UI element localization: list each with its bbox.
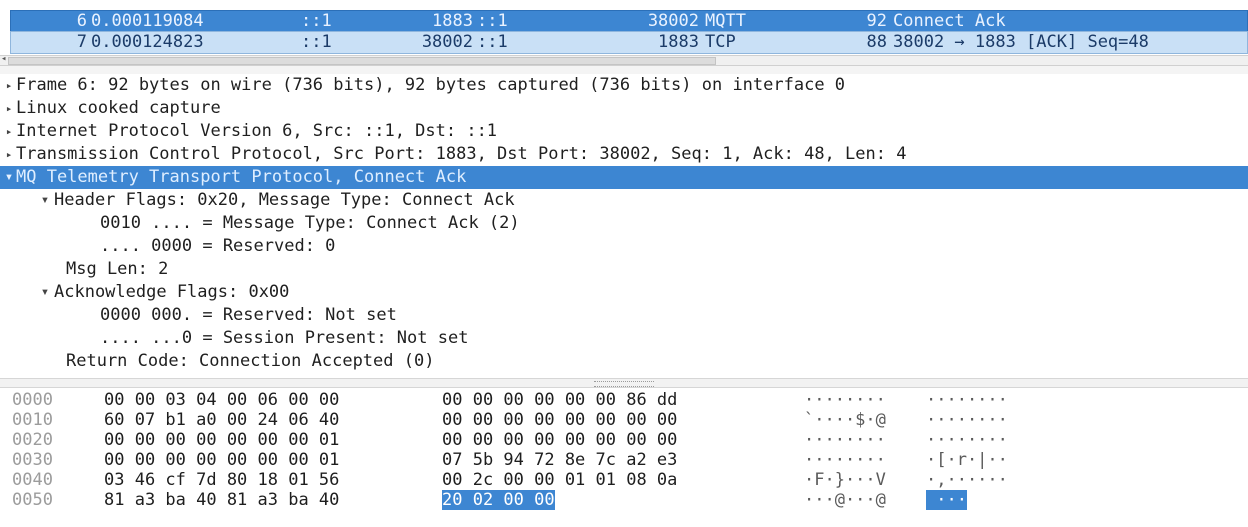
detail-tree-row[interactable]: ▸ Transmission Control Protocol, Src Port… — [0, 143, 1248, 166]
hex-bytes-group-a[interactable]: 00 00 03 04 00 06 00 00 — [104, 390, 339, 410]
hex-bytes-group-a[interactable]: 60 07 b1 a0 00 24 06 40 — [104, 410, 339, 430]
packet-list-row[interactable]: 6 0.000119084::1 1883::1 38002 MQTT 92 Connect… — [10, 10, 1248, 33]
hex-row[interactable]: 0020 00 00 00 00 00 00 00 01 00 00 00 00 0… — [0, 430, 1248, 450]
hex-bytes-group-a[interactable]: 00 00 00 00 00 00 00 01 — [104, 430, 339, 450]
collapse-arrow-right-icon[interactable]: ▸ — [2, 97, 16, 120]
detail-tree-row-label: Frame 6: 92 bytes on wire (736 bits), 92… — [16, 75, 846, 95]
detail-tree-row-label: Linux cooked capture — [16, 98, 221, 118]
packet-info: Connect Ack — [893, 11, 1006, 31]
hex-bytes-group-b[interactable]: 00 00 00 00 00 00 86 dd — [442, 390, 677, 410]
hex-bytes-group-b[interactable]: 20 02 00 00 — [442, 490, 555, 510]
packet-destination: ::1 — [477, 11, 508, 31]
detail-tree-row-label: .... ...0 = Session Present: Not set — [100, 328, 469, 348]
detail-tree-row[interactable]: Return Code: Connection Accepted (0) — [0, 350, 1248, 373]
ascii-group-a[interactable]: ········ — [804, 430, 886, 450]
hex-bytes-group-b[interactable]: 00 00 00 00 00 00 00 00 — [442, 410, 677, 430]
packet-info: 38002 → 1883 [ACK] Seq=48 — [893, 32, 1149, 52]
packet-protocol: TCP — [705, 32, 736, 52]
ascii-group-b[interactable]: ········ — [926, 430, 1008, 450]
detail-tree-row-label: Internet Protocol Version 6, Src: ::1, D… — [16, 121, 498, 141]
packet-destination-port: 1883 — [658, 32, 699, 52]
packet-destination: ::1 — [477, 32, 508, 52]
hex-offset: 0040 — [12, 470, 53, 490]
hex-offset: 0030 — [12, 450, 53, 470]
detail-tree-row-label: 0000 000. = Reserved: Not set — [100, 305, 397, 325]
hex-offset: 0050 — [12, 490, 53, 510]
packet-source-port: 1883 — [432, 11, 473, 31]
ascii-group-a[interactable]: ···@···@ — [804, 490, 886, 510]
packet-time: 0.000124823 — [91, 32, 204, 52]
detail-tree-row-label: Return Code: Connection Accepted (0) — [66, 351, 435, 371]
detail-tree-row-label: 0010 .... = Message Type: Connect Ack (2… — [100, 213, 520, 233]
ascii-group-a[interactable]: `····$·@ — [804, 410, 886, 430]
packet-number: 6 — [76, 11, 87, 31]
detail-tree-row[interactable]: .... 0000 = Reserved: 0 — [0, 235, 1248, 258]
detail-tree-row[interactable]: .... ...0 = Session Present: Not set — [0, 327, 1248, 350]
hex-bytes-group-a[interactable]: 00 00 00 00 00 00 00 01 — [104, 450, 339, 470]
scrollbar-thumb[interactable] — [8, 57, 716, 65]
ascii-group-b[interactable]: ·,······ — [926, 470, 1008, 490]
ascii-group-a[interactable]: ·F·}···V — [804, 470, 886, 490]
expand-arrow-down-icon[interactable]: ▾ — [38, 189, 52, 212]
pane-splitter-bottom[interactable] — [0, 378, 1248, 388]
hex-row[interactable]: 0010 60 07 b1 a0 00 24 06 40 00 00 00 00 0… — [0, 410, 1248, 430]
detail-tree-row-label: Transmission Control Protocol, Src Port:… — [16, 144, 907, 164]
detail-tree-row[interactable]: ▸ Frame 6: 92 bytes on wire (736 bits), 9… — [0, 74, 1248, 97]
hex-bytes-group-b[interactable]: 07 5b 94 72 8e 7c a2 e3 — [442, 450, 677, 470]
ascii-group-b[interactable]: ··· — [926, 490, 967, 510]
packet-source-port: 38002 — [421, 32, 473, 52]
hex-offset: 0000 — [12, 390, 53, 410]
detail-tree-row-label: Msg Len: 2 — [66, 259, 169, 279]
packet-list-hscrollbar[interactable]: ◂ — [0, 54, 1248, 66]
ascii-group-b[interactable]: ·[·r·|·· — [926, 450, 1008, 470]
packet-number: 7 — [76, 32, 87, 52]
expand-arrow-down-icon[interactable]: ▾ — [2, 166, 16, 189]
splitter-grip-icon[interactable] — [594, 381, 654, 387]
packet-list: 6 0.000119084::1 1883::1 38002 MQTT 92 Connect… — [0, 0, 1248, 56]
collapse-arrow-right-icon[interactable]: ▸ — [2, 143, 16, 166]
collapse-arrow-right-icon[interactable]: ▸ — [2, 120, 16, 143]
detail-tree-row[interactable]: ▾ MQ Telemetry Transport Protocol, Connec… — [0, 166, 1248, 189]
packet-length: 88 — [866, 32, 887, 52]
hex-bytes-group-a[interactable]: 03 46 cf 7d 80 18 01 56 — [104, 470, 339, 490]
hex-bytes-group-b[interactable]: 00 2c 00 00 01 01 08 0a — [442, 470, 677, 490]
hex-row[interactable]: 0030 00 00 00 00 00 00 00 01 07 5b 94 72 8… — [0, 450, 1248, 470]
ascii-group-a[interactable]: ········ — [804, 450, 886, 470]
pane-splitter-top[interactable] — [0, 66, 1248, 74]
ascii-group-a[interactable]: ········ — [804, 390, 886, 410]
detail-tree-row[interactable]: ▸ Internet Protocol Version 6, Src: ::1, … — [0, 120, 1248, 143]
packet-source: ::1 — [301, 32, 332, 52]
ascii-group-b[interactable]: ········ — [926, 410, 1008, 430]
hex-offset: 0010 — [12, 410, 53, 430]
detail-tree-row-label: MQ Telemetry Transport Protocol, Connect… — [16, 167, 467, 187]
detail-tree-row-label: Header Flags: 0x20, Message Type: Connec… — [54, 190, 515, 210]
hex-row[interactable]: 0050 81 a3 ba 40 81 a3 ba 40 20 02 00 00 ··… — [0, 490, 1248, 510]
packet-source: ::1 — [301, 11, 332, 31]
detail-tree-row-label: Acknowledge Flags: 0x00 — [54, 282, 290, 302]
ascii-group-b[interactable]: ········ — [926, 390, 1008, 410]
packet-list-row[interactable]: 7 0.000124823::1 38002::1 1883 TCP 88 38002 → … — [10, 31, 1248, 54]
scroll-left-icon[interactable]: ◂ — [1, 54, 6, 64]
hex-offset: 0020 — [12, 430, 53, 450]
packet-details-tree: ▸ Frame 6: 92 bytes on wire (736 bits), 9… — [0, 74, 1248, 374]
hex-row[interactable]: 0040 03 46 cf 7d 80 18 01 56 00 2c 00 00 0… — [0, 470, 1248, 490]
expand-arrow-down-icon[interactable]: ▾ — [38, 281, 52, 304]
detail-tree-row[interactable]: ▸ Linux cooked capture — [0, 97, 1248, 120]
packet-destination-port: 38002 — [647, 11, 699, 31]
packet-length: 92 — [866, 11, 887, 31]
hex-row[interactable]: 0000 00 00 03 04 00 06 00 00 00 00 00 00 0… — [0, 390, 1248, 410]
detail-tree-row[interactable]: ▾ Header Flags: 0x20, Message Type: Conne… — [0, 189, 1248, 212]
detail-tree-row[interactable]: 0010 .... = Message Type: Connect Ack (2… — [0, 212, 1248, 235]
hex-bytes-group-a[interactable]: 81 a3 ba 40 81 a3 ba 40 — [104, 490, 339, 510]
collapse-arrow-right-icon[interactable]: ▸ — [2, 74, 16, 97]
detail-tree-row[interactable]: 0000 000. = Reserved: Not set — [0, 304, 1248, 327]
detail-tree-row[interactable]: ▾ Acknowledge Flags: 0x00 — [0, 281, 1248, 304]
detail-tree-row-label: .... 0000 = Reserved: 0 — [100, 236, 336, 256]
hex-bytes-group-b[interactable]: 00 00 00 00 00 00 00 00 — [442, 430, 677, 450]
packet-time: 0.000119084 — [91, 11, 204, 31]
packet-protocol: MQTT — [705, 11, 746, 31]
packet-bytes-pane: 0000 00 00 03 04 00 06 00 00 00 00 00 00 0… — [0, 390, 1248, 527]
detail-tree-row[interactable]: Msg Len: 2 — [0, 258, 1248, 281]
